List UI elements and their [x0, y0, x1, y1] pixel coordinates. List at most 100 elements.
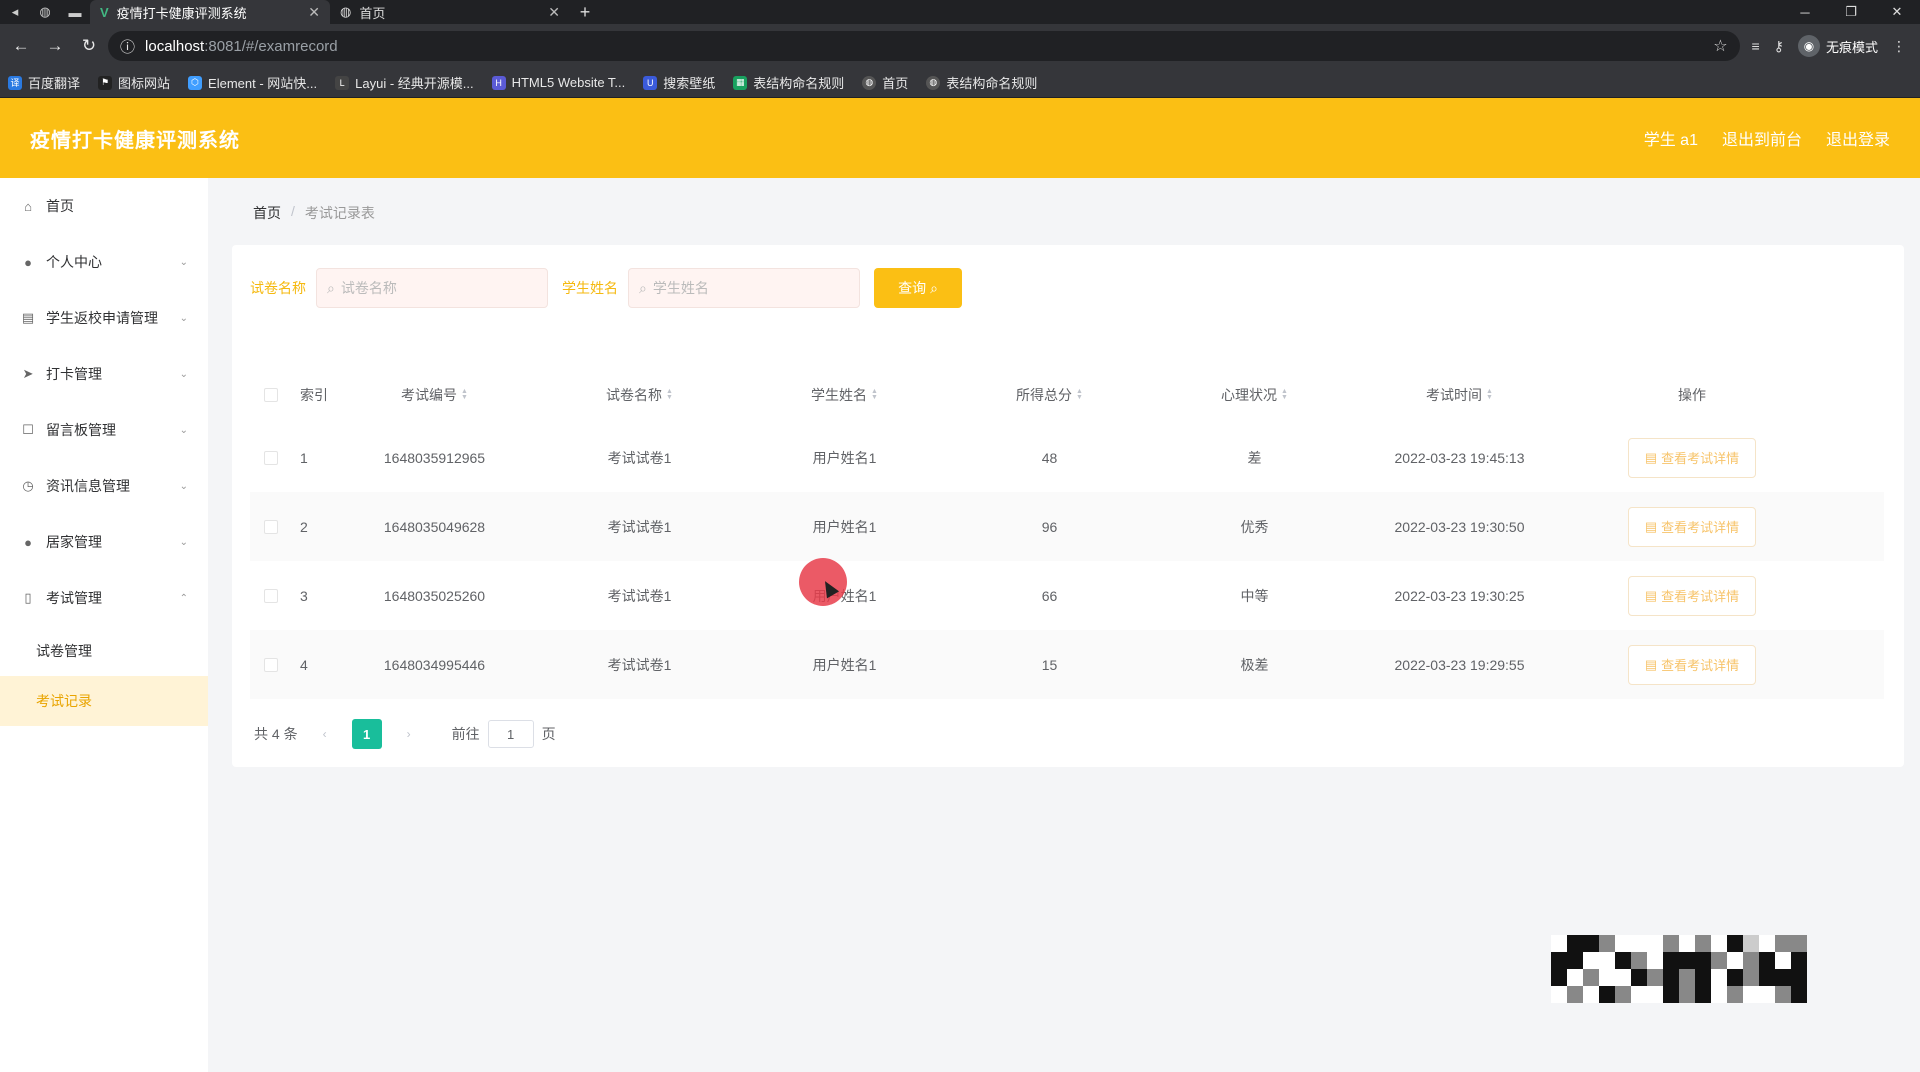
- paper-search-input[interactable]: [340, 280, 521, 296]
- close-window-icon[interactable]: ✕: [1874, 0, 1920, 24]
- bookmark-item[interactable]: ⬡ Element - 网站快...: [188, 73, 317, 92]
- sidebar-item-profile[interactable]: ● 个人中心 ⌄: [0, 234, 208, 290]
- bookmark-item[interactable]: ⚑ 图标网站: [98, 73, 170, 92]
- sidebar-subitem-papers[interactable]: 试卷管理: [0, 626, 208, 676]
- header-exam-no[interactable]: 考试编号 ▲ ▼: [332, 385, 537, 405]
- document-icon: ▤: [1644, 518, 1658, 534]
- mosaic-cell: [1551, 935, 1567, 952]
- bookmark-item[interactable]: L Layui - 经典开源模...: [335, 73, 474, 92]
- sort-icon[interactable]: ▲ ▼: [1076, 388, 1083, 401]
- view-exam-detail-button[interactable]: ▤ 查看考试详情: [1627, 437, 1757, 478]
- browser-tab-active[interactable]: V 疫情打卡健康评测系统 ✕: [90, 0, 330, 24]
- element-icon: ⬡: [188, 75, 203, 90]
- view-exam-detail-button[interactable]: ▤ 查看考试详情: [1627, 575, 1757, 616]
- mosaic-cell: [1567, 952, 1583, 969]
- mosaic-cell: [1615, 969, 1631, 986]
- breadcrumb-home[interactable]: 首页: [253, 203, 281, 223]
- bookmark-star-icon[interactable]: ☆: [1713, 36, 1727, 56]
- row-checkbox[interactable]: [250, 450, 292, 465]
- window-icon[interactable]: ▬: [60, 0, 90, 24]
- cell-index: 1: [300, 449, 308, 466]
- header-mood[interactable]: 心理状况 ▲ ▼: [1152, 385, 1357, 405]
- key-icon[interactable]: ⚷: [1774, 38, 1784, 55]
- bookmark-item[interactable]: H HTML5 Website T...: [491, 75, 625, 90]
- table-row: 4 1648034995446 考试试卷1 用户姓名1 15 极差 2022-0…: [250, 630, 1884, 699]
- bookmark-item[interactable]: 译百度翻译: [8, 73, 80, 92]
- view-exam-detail-button[interactable]: ▤ 查看考试详情: [1627, 644, 1757, 685]
- globe-icon[interactable]: ◍: [30, 0, 60, 24]
- student-search-field[interactable]: ⌕: [628, 268, 860, 308]
- search-button[interactable]: 查询 ⌕: [874, 268, 962, 308]
- header-score[interactable]: 所得总分 ▲ ▼: [947, 385, 1152, 405]
- header-time[interactable]: 考试时间 ▲ ▼: [1357, 385, 1562, 405]
- header-student[interactable]: 学生姓名 ▲ ▼: [742, 385, 947, 405]
- sidebar-item-exams[interactable]: ▯ 考试管理 ⌃: [0, 570, 208, 626]
- forward-arrow-icon[interactable]: →: [40, 31, 70, 61]
- sidebar-item-home[interactable]: ⌂ 首页: [0, 178, 208, 234]
- cell-mood: 差: [1247, 449, 1262, 466]
- bookmark-item[interactable]: ▦ 表结构命名规则: [733, 73, 844, 92]
- audio-icon[interactable]: ◂: [0, 0, 30, 24]
- incognito-profile[interactable]: ◉ 无痕模式: [1797, 35, 1878, 57]
- sidebar-item-news[interactable]: ◷ 资讯信息管理 ⌄: [0, 458, 208, 514]
- browser-tab[interactable]: ◍ 首页 ✕: [330, 0, 570, 24]
- bookmark-label: 表结构命名规则: [753, 76, 845, 91]
- incognito-icon: ◉: [1797, 35, 1820, 57]
- bookmark-item[interactable]: U 搜索壁纸: [643, 73, 715, 92]
- menu-kebab-icon[interactable]: ⋮: [1892, 38, 1906, 55]
- sort-icon[interactable]: ▲ ▼: [1486, 388, 1493, 401]
- sidebar-item-label: 学生返校申请管理: [46, 310, 158, 326]
- header-paper[interactable]: 试卷名称 ▲ ▼: [537, 385, 742, 405]
- sort-icon[interactable]: ▲ ▼: [666, 388, 673, 401]
- bookmark-label: 百度翻译: [28, 76, 81, 91]
- goto-page-input[interactable]: [487, 720, 534, 748]
- address-bar[interactable]: ⓘ localhost:8081/#/examrecord ☆: [108, 31, 1740, 61]
- back-arrow-icon[interactable]: ←: [6, 31, 36, 61]
- app-header: 疫情打卡健康评测系统 学生 a1 退出到前台 退出登录: [0, 98, 1920, 178]
- sidebar-item-messages[interactable]: ☐ 留言板管理 ⌄: [0, 402, 208, 458]
- search-icon: ⌕: [639, 279, 647, 296]
- sidebar-item-label: 首页: [46, 198, 74, 214]
- table-header-row: 索引 考试编号 ▲ ▼ 试卷名称 ▲ ▼ 学生姓名 ▲ ▼ 所得总分 ▲ ▼ 心理状况 ▲ ▼ 考试…: [250, 367, 1884, 423]
- bookmark-item[interactable]: ◍ 表结构命名规则: [926, 73, 1037, 92]
- info-icon[interactable]: ⓘ: [120, 36, 135, 57]
- sidebar-item-home-quarantine[interactable]: ● 居家管理 ⌄: [0, 514, 208, 570]
- tab-close-icon[interactable]: ✕: [308, 4, 320, 21]
- row-checkbox[interactable]: [250, 519, 292, 534]
- user-icon: ●: [24, 254, 32, 270]
- breadcrumb-current: 考试记录表: [304, 205, 375, 221]
- row-checkbox[interactable]: [250, 657, 292, 672]
- sort-icon[interactable]: ▲ ▼: [871, 388, 878, 401]
- minimize-icon[interactable]: ─: [1782, 0, 1828, 24]
- row-checkbox[interactable]: [250, 588, 292, 603]
- page-number-current[interactable]: 1: [351, 719, 382, 749]
- mosaic-cell: [1791, 969, 1807, 986]
- view-exam-detail-button[interactable]: ▤ 查看考试详情: [1627, 506, 1757, 547]
- pixelated-watermark: [1551, 935, 1807, 1003]
- sort-icon[interactable]: ▲ ▼: [1281, 388, 1288, 401]
- cell-ops: ▤ 查看考试详情: [1562, 506, 1822, 547]
- reload-icon[interactable]: ↻: [74, 31, 104, 61]
- reading-list-icon[interactable]: ≡: [1752, 38, 1760, 54]
- logout-link[interactable]: 退出登录: [1826, 126, 1890, 150]
- prev-page-icon[interactable]: ‹: [310, 719, 340, 749]
- sidebar-subitem-exam-records[interactable]: 考试记录: [0, 676, 208, 726]
- bookmark-item[interactable]: ◍ 首页: [862, 73, 908, 92]
- bookmark-label: Layui - 经典开源模...: [355, 76, 474, 91]
- page-goto: 前往 页: [452, 720, 556, 748]
- tab-close-icon[interactable]: ✕: [548, 4, 560, 21]
- select-all-checkbox[interactable]: [250, 388, 292, 402]
- new-tab-button[interactable]: +: [570, 0, 600, 24]
- paper-search-field[interactable]: ⌕: [316, 268, 548, 308]
- sidebar-item-checkin[interactable]: ➤ 打卡管理 ⌄: [0, 346, 208, 402]
- back-to-front-link[interactable]: 退出到前台: [1722, 126, 1802, 150]
- sort-icon[interactable]: ▲ ▼: [461, 388, 468, 401]
- mosaic-cell: [1599, 952, 1615, 969]
- cell-mood: 极差: [1240, 656, 1269, 673]
- student-search-input[interactable]: [652, 280, 833, 296]
- sidebar-item-return-application[interactable]: ▤ 学生返校申请管理 ⌄: [0, 290, 208, 346]
- chevron-down-icon: ⌄: [179, 312, 188, 324]
- next-page-icon[interactable]: ›: [394, 719, 424, 749]
- bookmark-label: 搜索壁纸: [663, 76, 716, 91]
- restore-icon[interactable]: ❐: [1828, 0, 1874, 24]
